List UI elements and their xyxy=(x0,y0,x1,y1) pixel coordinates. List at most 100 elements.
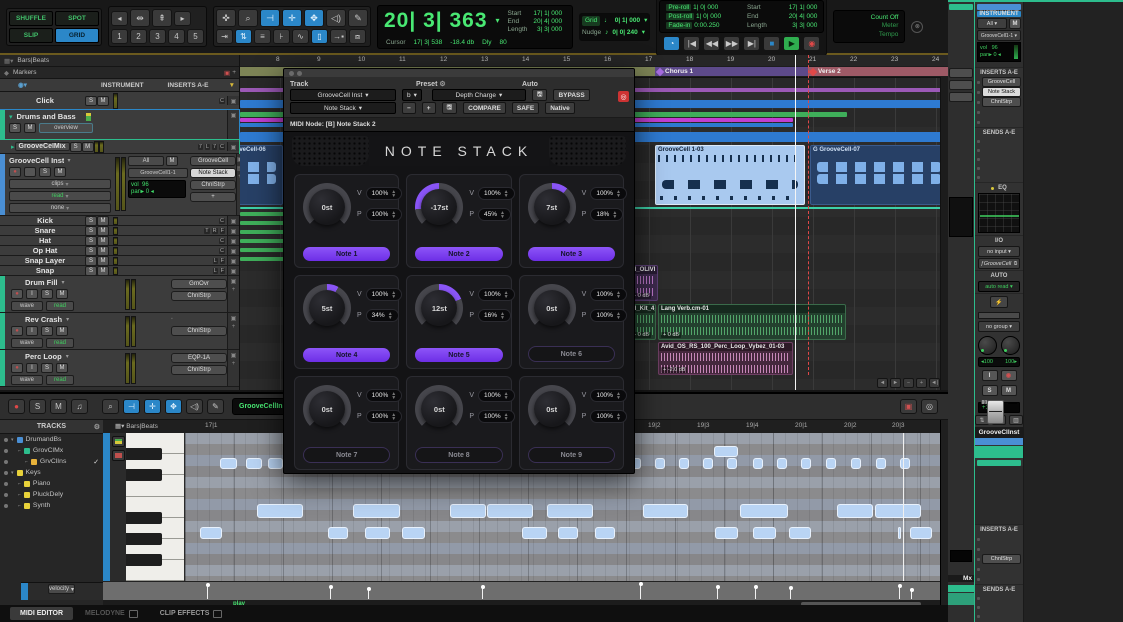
track-row-drums-and-bass[interactable]: ▾Drums and BassSMoverview▣ xyxy=(0,110,239,140)
track-view-icons[interactable]: ▣+ xyxy=(227,276,239,312)
solo-button[interactable]: S xyxy=(85,236,97,246)
velocity-scale-field[interactable]: 100%▲▼ xyxy=(366,187,403,200)
midi-note[interactable] xyxy=(851,458,861,469)
mute-button[interactable]: M xyxy=(24,123,36,133)
track-badge[interactable]: L xyxy=(205,144,210,150)
insert-eqp-1a[interactable]: EQP-1A xyxy=(171,353,227,363)
track-row-snare[interactable]: SnareSMTRF▣ xyxy=(0,226,239,236)
bars-beats-ruler-label[interactable]: ▦▾Bars|Beats xyxy=(0,55,239,67)
bar-number-15[interactable]: 15 xyxy=(563,56,570,63)
midi-note[interactable] xyxy=(753,527,776,539)
midi-note[interactable] xyxy=(268,458,283,469)
track-row-groovecell-inst[interactable]: GrooveCell Inst▾●SMclips▾read▾none▾AllMG… xyxy=(0,154,239,216)
bar-number-11[interactable]: 11 xyxy=(399,56,406,63)
selector-tool-icon[interactable]: ✛ xyxy=(282,9,302,27)
midi-note[interactable] xyxy=(328,527,348,539)
midi-record-icon[interactable]: ● xyxy=(8,399,25,414)
insertion-follows-icon[interactable]: ⊦ xyxy=(273,29,290,44)
midi-speaker-tool-icon[interactable]: ◁) xyxy=(186,399,203,414)
slip-mode-button[interactable]: SLIP xyxy=(9,28,53,43)
bar-number-22[interactable]: 22 xyxy=(850,56,857,63)
semitone-knob[interactable]: 0st xyxy=(303,385,351,433)
track-name[interactable]: Snap xyxy=(5,266,85,275)
midi-track-item-grvclins[interactable]: ⌐GrvClIns✓ xyxy=(0,456,103,467)
track-view-icon[interactable]: ▣ xyxy=(227,256,239,265)
edit-vertical-scrollbar[interactable] xyxy=(940,77,948,390)
midi-track-name[interactable]: Keys xyxy=(26,469,41,476)
track-row-kick[interactable]: KickSMC▣ xyxy=(0,216,239,226)
track-name[interactable]: Op Hat xyxy=(5,246,85,255)
input-monitor-button[interactable] xyxy=(24,167,36,177)
track-badge[interactable]: C xyxy=(219,144,225,150)
midi-track-name[interactable]: PluckDely xyxy=(33,491,63,498)
midi-ruler-tick-20-2[interactable]: 20|2 xyxy=(844,422,857,429)
track-row-hat[interactable]: HatSMC▣ xyxy=(0,236,239,246)
midi-note[interactable] xyxy=(365,527,390,539)
black-key[interactable] xyxy=(126,512,162,524)
strip-name[interactable]: GrooveCllnst xyxy=(975,427,1023,438)
midi-channel-all-selector[interactable]: All xyxy=(128,156,164,166)
track-name[interactable]: Kick xyxy=(5,216,85,225)
midi-note[interactable] xyxy=(246,458,262,469)
track-badge[interactable]: C xyxy=(219,248,225,254)
velocity-stem[interactable] xyxy=(717,587,718,599)
group-selector[interactable]: no group ▾ xyxy=(978,321,1020,332)
solo-button[interactable]: S xyxy=(85,226,97,236)
go-to-end-icon[interactable]: ▶| xyxy=(743,36,760,51)
plugin-window-chrome[interactable] xyxy=(284,69,634,77)
zoom-left-arrow-icon[interactable]: ◂ xyxy=(111,11,128,26)
track-name[interactable]: Hat xyxy=(5,236,85,245)
velocity-scale-field[interactable]: 100%▲▼ xyxy=(590,288,627,301)
solo-button[interactable]: S xyxy=(85,216,97,226)
record-enable-button[interactable]: ● xyxy=(11,289,23,299)
probability-field[interactable]: 100%▲▼ xyxy=(590,410,627,423)
native-button[interactable]: Native xyxy=(545,102,575,114)
midi-mute-button[interactable]: M xyxy=(166,156,178,166)
instrument-column-header[interactable]: INSTRUMENT xyxy=(101,82,144,89)
marker-band-verse-2[interactable]: Verse 2 xyxy=(808,67,948,76)
insert-empty-slot[interactable]: ▪ xyxy=(171,316,227,324)
io-input-selector[interactable]: no input ▾ xyxy=(978,246,1020,257)
track-badge[interactable]: L xyxy=(213,268,218,274)
track-view-icon[interactable]: ▣ xyxy=(227,216,239,225)
clip-effects-toggle-icon[interactable]: ⧈ xyxy=(349,29,366,44)
velocity-stem[interactable] xyxy=(330,587,331,599)
bar-number-18[interactable]: 18 xyxy=(686,56,693,63)
midi-ruler-tick-20-3[interactable]: 20|3 xyxy=(892,422,905,429)
volume-fader[interactable] xyxy=(987,400,1004,424)
track-view-icon[interactable]: ▣ xyxy=(227,246,239,255)
velocity-stem[interactable] xyxy=(482,587,483,599)
io-output-selector[interactable]: ƒGrooveCell ⇅ xyxy=(978,258,1020,269)
semitone-knob[interactable]: 12st xyxy=(415,284,463,332)
tab-midi-editor[interactable]: MIDI EDITOR xyxy=(10,607,73,620)
mixer-send-empty[interactable] xyxy=(975,137,1023,146)
track-name[interactable]: Snap Layer xyxy=(5,256,85,265)
velocity-scale-field[interactable]: 100%▲▼ xyxy=(590,389,627,402)
track-row-perc-loop[interactable]: Perc Loop▾●ISMwavereadEQP-1AChnlStrp▣+ xyxy=(0,350,239,387)
input-monitor-button[interactable]: I xyxy=(982,370,998,381)
bar-number-9[interactable]: 9 xyxy=(317,56,321,63)
midi-ruler-tick-19-3[interactable]: 19|3 xyxy=(697,422,710,429)
mixer-insert-chnlstrp[interactable]: ChnlStrp xyxy=(982,97,1021,107)
midi-note[interactable] xyxy=(900,458,910,469)
track-badge[interactable]: F xyxy=(220,268,225,274)
bar-number-23[interactable]: 23 xyxy=(891,56,898,63)
semitone-knob[interactable]: -17st xyxy=(415,183,463,231)
track-row-snap-layer[interactable]: Snap LayerSMLF▣ xyxy=(0,256,239,266)
pan-knob[interactable] xyxy=(978,336,997,355)
midi-note[interactable] xyxy=(753,458,763,469)
midi-note[interactable] xyxy=(740,504,788,518)
black-key[interactable] xyxy=(126,448,162,460)
preset-save-icon[interactable]: 🖫 xyxy=(532,89,548,101)
velocity-stem[interactable] xyxy=(640,584,641,599)
black-key[interactable] xyxy=(126,533,162,545)
black-key[interactable] xyxy=(126,469,162,481)
preset-plus-button[interactable]: + xyxy=(422,102,436,114)
mute-button[interactable]: M xyxy=(56,326,68,336)
track-name[interactable]: Click xyxy=(5,96,85,105)
automation-mode-selector[interactable]: read▾ xyxy=(9,191,111,201)
note-toggle-6[interactable]: Note 6 xyxy=(528,346,615,362)
midi-note[interactable] xyxy=(257,504,303,518)
clip-groovecell-06[interactable]: GrooveCell-06 xyxy=(240,145,283,205)
track-row-snap[interactable]: SnapSMLF▣ xyxy=(0,266,239,276)
